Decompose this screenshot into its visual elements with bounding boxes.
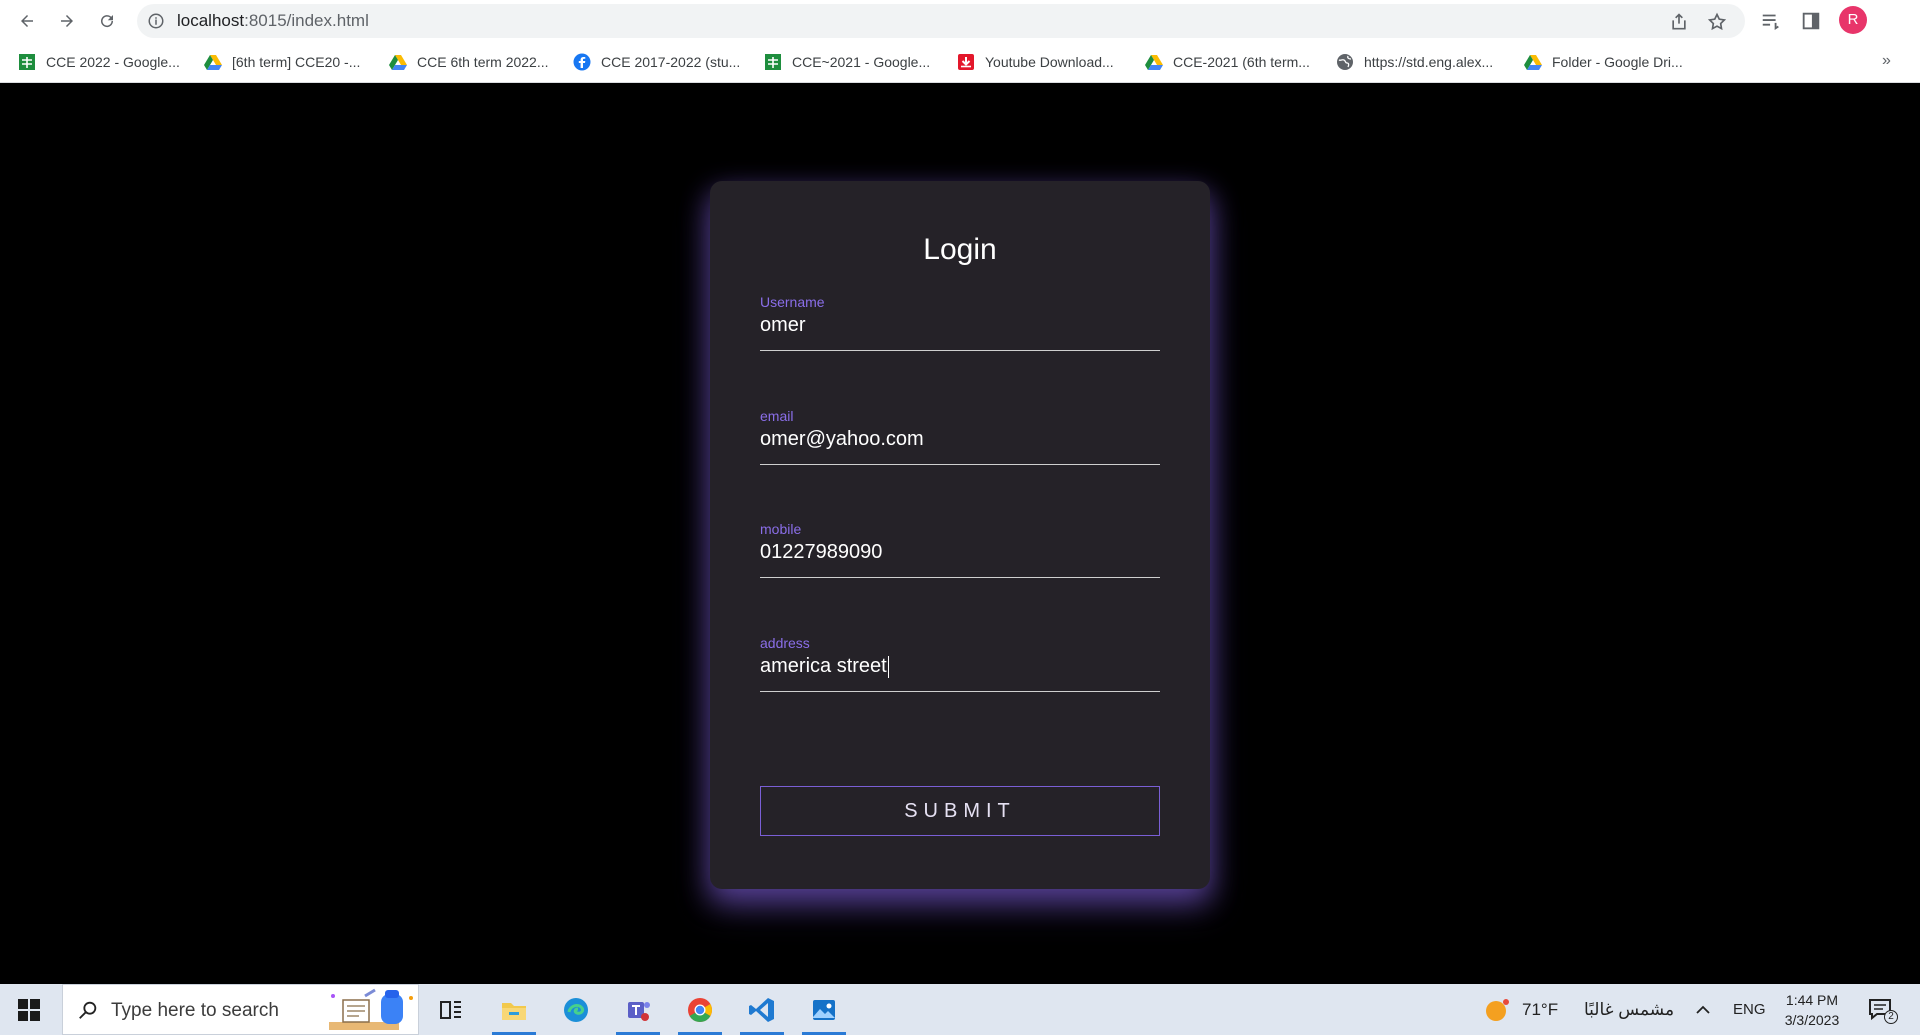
text-caret [887, 655, 889, 678]
browser-toolbar: localhost:8015/index.html R [0, 0, 1920, 42]
task-view-icon [440, 1000, 461, 1019]
username-underline [760, 350, 1160, 351]
taskbar-app-file-explorer[interactable] [486, 984, 542, 1035]
address-label: address [760, 635, 810, 651]
bookmark-label: Folder - Google Dri... [1552, 54, 1683, 70]
windows-taskbar: Type here to search 71°F مشمس غالبًا ENG… [0, 984, 1920, 1035]
page-content: Login Username omer email omer@yahoo.com… [0, 84, 1920, 984]
bookmark-item[interactable]: Youtube Download... [957, 50, 1114, 74]
bookmarks-bar: CCE 2022 - Google... [6th term] CCE20 -.… [0, 42, 1920, 83]
search-highlight-art-icon [329, 988, 413, 1030]
taskbar-app-vscode[interactable] [734, 984, 790, 1035]
search-placeholder: Type here to search [111, 1000, 279, 1021]
vscode-icon [749, 997, 774, 1022]
profile-avatar[interactable]: R [1839, 6, 1867, 34]
google-drive-icon [389, 55, 407, 70]
google-drive-icon [1145, 55, 1163, 70]
mobile-underline [760, 577, 1160, 578]
bookmark-label: CCE 6th term 2022... [417, 54, 549, 70]
address-field: address america street [760, 635, 1160, 705]
windows-start-icon[interactable] [18, 999, 40, 1021]
bookmark-label: CCE 2022 - Google... [46, 54, 180, 70]
mobile-label: mobile [760, 521, 802, 537]
taskbar-app-edge[interactable] [548, 984, 604, 1035]
taskbar-app-chrome[interactable] [672, 984, 728, 1035]
info-icon[interactable] [147, 12, 165, 30]
side-panel-icon[interactable] [1800, 10, 1822, 32]
url-host: localhost [177, 11, 245, 30]
email-field: email omer@yahoo.com [760, 408, 1160, 478]
mobile-input[interactable]: 01227989090 [760, 541, 1160, 573]
google-sheets-icon [765, 54, 781, 70]
bookmark-item[interactable]: CCE 6th term 2022... [389, 50, 549, 74]
language-indicator[interactable]: ENG [1733, 984, 1766, 1035]
google-drive-icon [1524, 55, 1542, 70]
mobile-field: mobile 01227989090 [760, 521, 1160, 591]
youtube-download-icon [958, 54, 974, 70]
taskbar-search[interactable]: Type here to search [62, 984, 419, 1035]
url-path: :8015/index.html [244, 11, 369, 30]
task-view-button[interactable] [423, 984, 479, 1035]
teams-icon [628, 1001, 650, 1021]
star-icon[interactable] [1707, 12, 1727, 32]
arrow-right-icon [61, 15, 73, 27]
bookmark-item[interactable]: CCE 2022 - Google... [18, 50, 180, 74]
facebook-icon [573, 53, 591, 71]
chevron-up-icon[interactable] [1694, 1001, 1712, 1019]
url-text[interactable]: localhost:8015/index.html [177, 4, 369, 38]
weather-temperature[interactable]: 71°F [1522, 984, 1558, 1035]
globe-icon [1337, 54, 1353, 70]
chrome-icon [688, 997, 712, 1022]
form-title: Login [923, 233, 997, 266]
address-input-text: america street [760, 655, 887, 677]
clock-date: 3/3/2023 [1784, 1012, 1840, 1028]
email-input[interactable]: omer@yahoo.com [760, 428, 1160, 460]
more-bookmarks-button[interactable]: » [1882, 52, 1891, 70]
address-bar[interactable]: localhost:8015/index.html [137, 4, 1745, 38]
username-field: Username omer [760, 294, 1160, 364]
login-card: Login Username omer email omer@yahoo.com… [710, 181, 1210, 889]
bookmark-label: CCE-2021 (6th term... [1173, 54, 1310, 70]
reload-button[interactable] [92, 6, 122, 36]
email-label: email [760, 408, 794, 424]
bookmark-item[interactable]: Folder - Google Dri... [1524, 50, 1683, 74]
bookmark-label: CCE~2021 - Google... [792, 54, 931, 70]
bookmark-label: Youtube Download... [985, 54, 1114, 70]
arrow-left-icon [21, 15, 33, 27]
address-underline [760, 691, 1160, 692]
bookmark-label: CCE 2017-2022 (stu... [601, 54, 741, 70]
email-underline [760, 464, 1160, 465]
taskbar-clock[interactable]: 1:44 PM 3/3/2023 [1770, 990, 1854, 1030]
bookmark-item[interactable]: [6th term] CCE20 -... [204, 50, 360, 74]
share-icon[interactable] [1669, 12, 1689, 32]
edge-icon [564, 997, 588, 1022]
taskbar-app-teams[interactable] [610, 984, 666, 1035]
bookmark-item[interactable]: CCE-2021 (6th term... [1145, 50, 1310, 74]
google-sheets-icon [19, 54, 35, 70]
username-label: Username [760, 294, 825, 310]
bookmark-item[interactable]: https://std.eng.alex... [1336, 50, 1493, 74]
taskbar-app-photos[interactable] [796, 984, 852, 1035]
reload-icon [101, 15, 114, 28]
weather-condition[interactable]: مشمس غالبًا [1584, 984, 1674, 1035]
address-input[interactable]: america street [760, 655, 1160, 687]
username-input[interactable]: omer [760, 314, 1160, 346]
folder-icon [502, 1002, 526, 1020]
search-icon [79, 1001, 97, 1019]
bookmark-item[interactable]: CCE 2017-2022 (stu... [573, 50, 740, 74]
reading-list-icon[interactable] [1760, 10, 1782, 32]
forward-button[interactable] [52, 6, 82, 36]
google-drive-icon [204, 55, 222, 70]
photos-icon [813, 999, 835, 1020]
weather-sun-icon[interactable] [1484, 996, 1512, 1024]
back-button[interactable] [12, 6, 42, 36]
submit-button[interactable]: SUBMIT [760, 786, 1160, 836]
bookmark-label: https://std.eng.alex... [1364, 54, 1494, 70]
clock-time: 1:44 PM [1785, 992, 1839, 1008]
bookmark-label: [6th term] CCE20 -... [232, 54, 361, 70]
bookmark-item[interactable]: CCE~2021 - Google... [764, 50, 930, 74]
notification-count-badge: 2 [1884, 1010, 1898, 1024]
